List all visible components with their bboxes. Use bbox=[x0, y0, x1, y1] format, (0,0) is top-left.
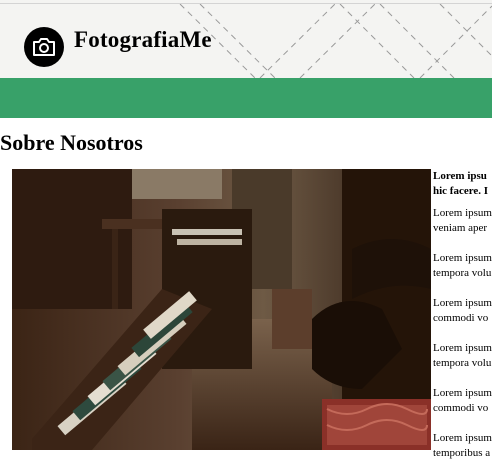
paragraph: Lorem ipsum temporibus a bbox=[433, 432, 492, 459]
top-rule bbox=[0, 3, 492, 4]
library-photo bbox=[12, 169, 431, 450]
paragraph: Lorem ipsum tempora volu bbox=[433, 252, 492, 279]
page-title: Sobre Nosotros bbox=[0, 130, 143, 155]
paragraph: Lorem ipsum tempora volu bbox=[433, 342, 492, 369]
brand-name[interactable]: FotografiaMe bbox=[74, 27, 212, 53]
paragraph: Lorem ipsum commodi vo bbox=[433, 297, 492, 324]
paragraph-lead: Lorem ipsu hic facere. I bbox=[433, 170, 489, 197]
site-header: FotografiaMe bbox=[0, 0, 492, 78]
about-text: Lorem ipsu hic facere. I Lorem ipsum ven… bbox=[433, 169, 492, 465]
navbar bbox=[0, 78, 492, 118]
paragraph: Lorem ipsum veniam aper bbox=[433, 207, 492, 234]
paragraph: Lorem ipsum commodi vo bbox=[433, 387, 492, 414]
camera-icon[interactable] bbox=[24, 27, 64, 67]
